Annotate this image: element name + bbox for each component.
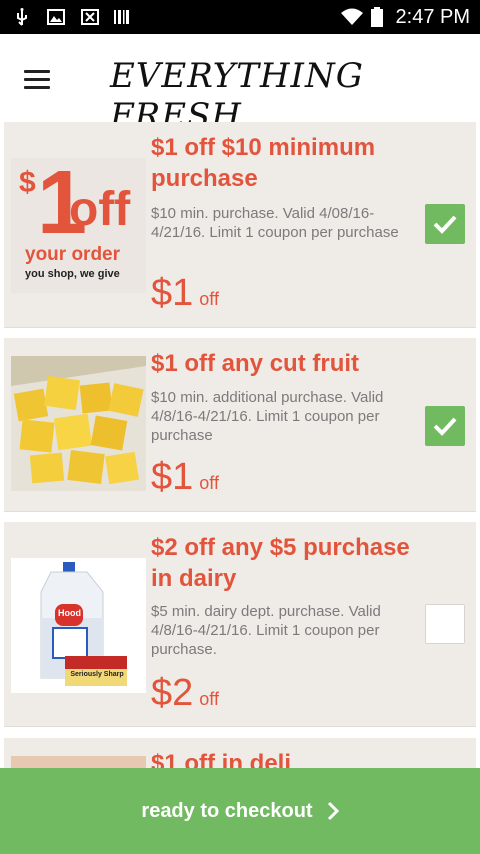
coupon-amount-off: off [199, 473, 219, 493]
coupon-description: $5 min. dairy dept. purchase. Valid 4/8/… [151, 603, 381, 658]
image-icon [47, 9, 65, 25]
checkout-label: ready to checkout [141, 799, 313, 822]
coupon-amount-value: $1 [151, 456, 194, 498]
coupon-card[interactable]: $ 1 off your order you shop, we give $1 … [4, 122, 476, 328]
coupon-amount: $1 off [151, 456, 219, 499]
deli-image [11, 756, 146, 768]
coupon-checkbox[interactable] [425, 604, 465, 644]
coupon-title: $1 off in deli [151, 750, 292, 768]
coupon-amount-value: $2 [151, 672, 194, 714]
coupon-checkbox[interactable] [425, 406, 465, 446]
coupon-card[interactable]: Hood Seriously Sharp $2 off any $5 purch… [4, 522, 476, 727]
coupon-amount: $2 off [151, 672, 219, 715]
coupon-title: $2 off any $5 purchase in dairy [151, 534, 410, 592]
hamburger-menu-icon[interactable] [24, 70, 50, 90]
badge-order: your order [25, 244, 121, 265]
checkmark-icon [433, 417, 457, 436]
status-time: 2:47 PM [395, 6, 470, 28]
coupon-card[interactable]: $1 off any cut fruit $10 min. additional… [4, 338, 476, 512]
badge-tagline: you shop, we give [25, 268, 120, 280]
dairy-products-image: Hood Seriously Sharp [11, 558, 146, 693]
usb-icon [17, 8, 27, 26]
coupon-amount-off: off [199, 289, 219, 309]
coupon-badge-image: $ 1 off your order you shop, we give [11, 158, 146, 293]
coupon-amount-off: off [199, 689, 219, 709]
battery-icon [371, 7, 383, 27]
coupon-description: $10 min. additional purchase. Valid 4/8/… [151, 389, 384, 444]
coupon-description: $10 min. purchase. Valid 4/08/16-4/21/16… [151, 205, 399, 241]
coupon-card[interactable]: $1 off in deli [4, 738, 476, 768]
cut-fruit-image [11, 356, 146, 491]
coupon-amount: $1 off [151, 272, 219, 315]
barcode-icon [114, 10, 129, 24]
status-bar: 2:47 PM [0, 0, 480, 34]
coupon-title: $1 off $10 minimum purchase [151, 134, 376, 192]
badge-off: off [69, 183, 131, 236]
app-bar: EVERYTHING FRESH [0, 34, 480, 136]
milk-brand-label: Hood [58, 608, 81, 618]
coupon-amount-value: $1 [151, 272, 194, 314]
chevron-right-icon [327, 801, 339, 821]
missed-notification-icon [81, 9, 99, 25]
wifi-icon [341, 8, 363, 25]
cheese-label: Seriously Sharp [70, 671, 124, 678]
coupon-list[interactable]: $ 1 off your order you shop, we give $1 … [0, 122, 480, 768]
coupon-title: $1 off any cut fruit [151, 350, 360, 377]
checkout-button[interactable]: ready to checkout [0, 768, 480, 854]
coupon-checkbox[interactable] [425, 204, 465, 244]
checkmark-icon [433, 215, 457, 234]
badge-dollar: $ [19, 166, 36, 199]
